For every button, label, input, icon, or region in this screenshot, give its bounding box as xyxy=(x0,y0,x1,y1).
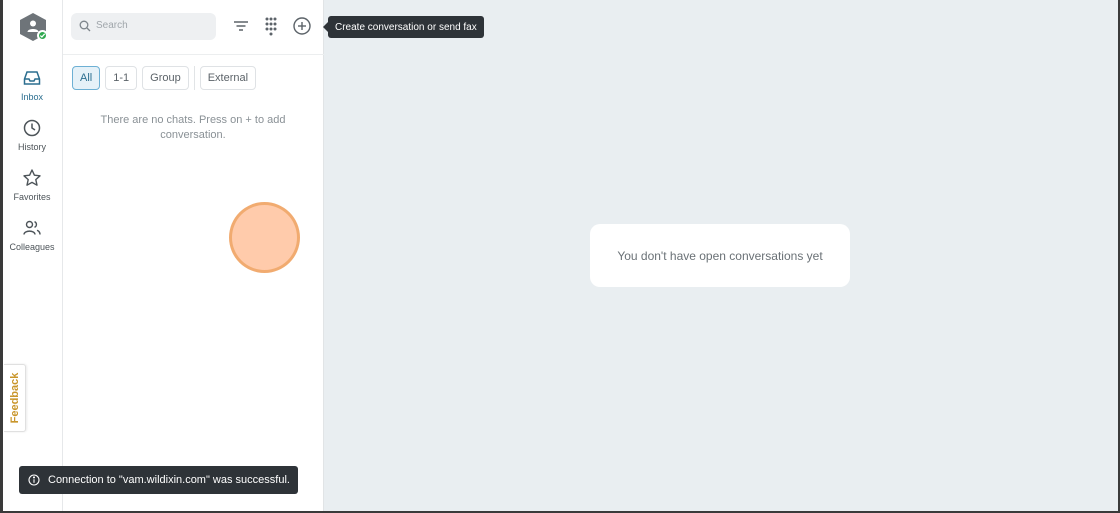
filter-tab-one-to-one[interactable]: 1-1 xyxy=(105,66,138,90)
click-indicator xyxy=(229,202,300,273)
no-conversations-message: You don't have open conversations yet xyxy=(617,248,823,263)
plus-circle-icon xyxy=(293,17,311,35)
rail-item-colleagues[interactable]: Colleagues xyxy=(3,218,61,262)
dialpad-button[interactable] xyxy=(260,15,282,37)
rail-item-label: History xyxy=(17,142,46,152)
chat-filter-tabs: All 1-1 Group External xyxy=(72,66,261,90)
rail-item-inbox[interactable]: Inbox xyxy=(3,68,61,112)
filter-separator xyxy=(193,66,195,90)
clock-icon xyxy=(23,119,41,137)
rail-item-favorites[interactable]: Favorites xyxy=(3,168,61,212)
filter-icon xyxy=(234,21,248,31)
empty-chats-message: There are no chats. Press on + to add co… xyxy=(100,114,286,141)
search-placeholder: Search xyxy=(96,20,128,31)
rail-item-label: Inbox xyxy=(20,92,44,102)
conversation-area: Create conversation or send fax You don'… xyxy=(323,0,1118,511)
online-status-badge xyxy=(37,30,48,41)
star-icon xyxy=(23,169,41,186)
rail-item-label: Favorites xyxy=(13,192,51,202)
filter-tab-group[interactable]: Group xyxy=(142,66,189,90)
rail-item-label: Colleagues xyxy=(9,242,55,252)
search-input[interactable]: Search xyxy=(71,13,216,40)
no-conversations-card: You don't have open conversations yet xyxy=(590,224,850,287)
rail-item-history[interactable]: History xyxy=(3,118,61,162)
chat-list-panel: Search All 1-1 Group External There are … xyxy=(19,0,324,511)
add-conversation-button[interactable] xyxy=(291,15,313,37)
feedback-tab[interactable]: Feedback xyxy=(4,364,26,432)
dialpad-icon xyxy=(265,17,277,36)
filter-tab-external[interactable]: External xyxy=(199,66,257,90)
info-icon xyxy=(28,474,40,486)
feedback-label: Feedback xyxy=(8,372,21,424)
people-icon xyxy=(23,220,41,235)
filter-tab-all[interactable]: All xyxy=(72,66,101,90)
header-divider xyxy=(63,54,324,55)
toast-message: Connection to "vam.wildixin.com" was suc… xyxy=(48,474,290,486)
user-avatar[interactable] xyxy=(18,12,48,42)
inbox-icon xyxy=(23,71,41,85)
connection-toast: Connection to "vam.wildixin.com" was suc… xyxy=(19,466,298,494)
app-window: Inbox History Favorites Colleagues Feedb… xyxy=(3,0,1118,511)
filter-button[interactable] xyxy=(230,15,252,37)
left-rail: Inbox History Favorites Colleagues Feedb… xyxy=(3,0,63,511)
add-conversation-tooltip: Create conversation or send fax xyxy=(323,16,484,38)
search-icon xyxy=(79,20,91,32)
